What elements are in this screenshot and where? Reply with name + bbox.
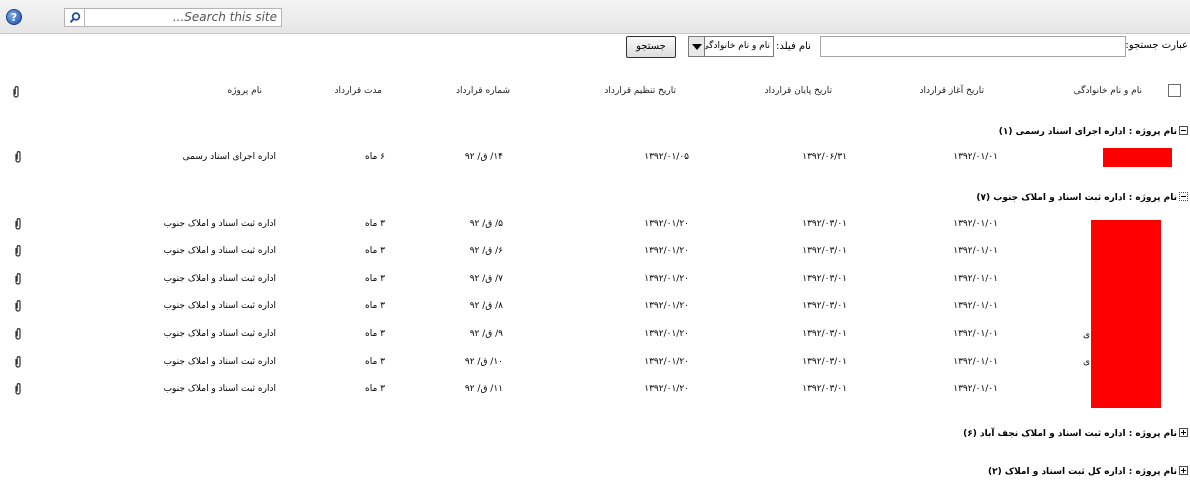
cell-project[interactable]: اداره ثبت اسناد و املاک جنوب	[164, 329, 276, 339]
expand-icon[interactable]	[1179, 466, 1188, 475]
cell-start: ۱۳۹۲/۰۱/۰۱	[953, 357, 998, 367]
search-button[interactable]: جستجو	[626, 36, 676, 58]
column-header-duration[interactable]: مدت قرارداد	[334, 86, 382, 96]
cell-project[interactable]: اداره اجرای اسناد رسمی	[183, 152, 276, 162]
attachment-icon[interactable]	[13, 245, 23, 257]
cell-number: ۹/ ق/ ۹۲	[469, 329, 503, 339]
attachment-icon[interactable]	[13, 356, 23, 368]
collapse-icon[interactable]	[1179, 126, 1188, 135]
group-header[interactable]: نام پروژه : اداره کل ثبت اسناد و املاک (…	[988, 466, 1188, 477]
cell-project[interactable]: اداره ثبت اسناد و املاک جنوب	[164, 384, 276, 394]
cell-start: ۱۳۹۲/۰۱/۰۱	[953, 329, 998, 339]
cell-duration: ۶ ماه	[365, 152, 385, 162]
cell-start: ۱۳۹۲/۰۱/۰۱	[953, 219, 998, 229]
column-header-name[interactable]: نام و نام خانوادگی	[1074, 86, 1142, 96]
chevron-down-icon[interactable]	[689, 37, 705, 56]
search-go-button[interactable]	[64, 8, 84, 27]
redacted-block	[1091, 220, 1161, 408]
redacted-block	[1103, 148, 1172, 167]
cell-number: ۱۴/ ق/ ۹۲	[464, 152, 503, 162]
cell-duration: ۳ ماه	[365, 246, 385, 256]
cell-number: ۷/ ق/ ۹۲	[469, 274, 503, 284]
text-fragment: ی	[1083, 357, 1091, 367]
group-count: (۱)	[998, 127, 1013, 137]
cell-draft: ۱۳۹۲/۰۱/۲۰	[644, 219, 689, 229]
attachment-icon	[13, 86, 19, 98]
column-header-contract-number[interactable]: شماره قرارداد	[456, 86, 510, 96]
cell-start: ۱۳۹۲/۰۱/۰۱	[953, 274, 998, 284]
cell-project[interactable]: اداره ثبت اسناد و املاک جنوب	[164, 274, 276, 284]
group-label: نام پروژه : اداره اجرای اسناد رسمی	[1015, 127, 1177, 137]
group-header[interactable]: نام پروژه : اداره اجرای اسناد رسمی (۱)	[999, 126, 1188, 137]
column-header-end-date[interactable]: تاریخ پایان قرارداد	[765, 86, 832, 96]
attachment-icon[interactable]	[13, 273, 23, 285]
top-bar: ? ...Search this site	[0, 0, 1190, 34]
group-label: نام پروژه : اداره کل ثبت اسناد و املاک	[1004, 467, 1177, 477]
expand-icon[interactable]	[1179, 428, 1188, 437]
cell-end: ۱۳۹۲/۰۳/۰۱	[802, 301, 847, 311]
cell-draft: ۱۳۹۲/۰۱/۲۰	[644, 246, 689, 256]
cell-draft: ۱۳۹۲/۰۱/۲۰	[644, 329, 689, 339]
cell-start: ۱۳۹۲/۰۱/۰۱	[953, 152, 998, 162]
cell-draft: ۱۳۹۲/۰۱/۰۵	[644, 152, 689, 162]
cell-end: ۱۳۹۲/۰۳/۰۱	[802, 246, 847, 256]
group-header[interactable]: نام پروژه : اداره ثبت اسناد و املاک جنوب…	[976, 192, 1188, 203]
field-name-select[interactable]: نام و نام خانوادگی	[688, 36, 774, 57]
cell-end: ۱۳۹۲/۰۳/۰۱	[802, 384, 847, 394]
attachment-icon[interactable]	[13, 328, 23, 340]
cell-project[interactable]: اداره ثبت اسناد و املاک جنوب	[164, 246, 276, 256]
search-term-input[interactable]	[820, 36, 1126, 57]
cell-end: ۱۳۹۲/۰۳/۰۱	[802, 219, 847, 229]
cell-start: ۱۳۹۲/۰۱/۰۱	[953, 246, 998, 256]
cell-duration: ۳ ماه	[365, 329, 385, 339]
attachment-icon[interactable]	[13, 300, 23, 312]
group-label: نام پروژه : اداره ثبت اسناد و املاک نجف …	[979, 429, 1177, 439]
cell-number: ۵/ ق/ ۹۲	[469, 219, 503, 229]
cell-end: ۱۳۹۲/۰۶/۳۱	[802, 152, 847, 162]
cell-project[interactable]: اداره ثبت اسناد و املاک جنوب	[164, 301, 276, 311]
group-count: (۶)	[963, 429, 977, 439]
cell-start: ۱۳۹۲/۰۱/۰۱	[953, 301, 998, 311]
cell-duration: ۳ ماه	[365, 219, 385, 229]
field-selected-value: نام و نام خانوادگی	[701, 41, 770, 51]
attachment-icon[interactable]	[13, 218, 23, 230]
field-name-label: نام فیلد:	[776, 41, 811, 52]
search-term-label: عبارت جستجو:	[1125, 40, 1188, 51]
cell-number: ۶/ ق/ ۹۲	[469, 246, 503, 256]
cell-draft: ۱۳۹۲/۰۱/۲۰	[644, 274, 689, 284]
group-label: نام پروژه : اداره ثبت اسناد و املاک جنوب	[993, 193, 1177, 203]
attachment-icon[interactable]	[13, 151, 23, 163]
select-all-checkbox[interactable]	[1168, 84, 1181, 97]
cell-duration: ۳ ماه	[365, 301, 385, 311]
column-header-draft-date[interactable]: تاریخ تنظیم قرارداد	[604, 86, 676, 96]
cell-start: ۱۳۹۲/۰۱/۰۱	[953, 384, 998, 394]
cell-duration: ۳ ماه	[365, 357, 385, 367]
cell-draft: ۱۳۹۲/۰۱/۲۰	[644, 301, 689, 311]
site-search-input[interactable]: ...Search this site	[84, 8, 282, 27]
cell-number: ۸/ ق/ ۹۲	[469, 301, 503, 311]
cell-draft: ۱۳۹۲/۰۱/۲۰	[644, 384, 689, 394]
cell-end: ۱۳۹۲/۰۳/۰۱	[802, 357, 847, 367]
collapse-icon[interactable]	[1179, 192, 1188, 201]
cell-duration: ۳ ماه	[365, 274, 385, 284]
text-fragment: ی	[1083, 330, 1091, 340]
cell-project[interactable]: اداره ثبت اسناد و املاک جنوب	[164, 219, 276, 229]
group-count: (۷)	[976, 193, 991, 203]
help-icon[interactable]: ?	[6, 9, 22, 25]
column-header-start-date[interactable]: تاریخ آغاز قرارداد	[919, 86, 984, 96]
cell-number: ۱۱/ ق/ ۹۲	[464, 384, 503, 394]
cell-end: ۱۳۹۲/۰۳/۰۱	[802, 274, 847, 284]
cell-number: ۱۰/ ق/ ۹۲	[464, 357, 503, 367]
magnifier-icon	[69, 12, 81, 23]
cell-duration: ۳ ماه	[365, 384, 385, 394]
group-header[interactable]: نام پروژه : اداره ثبت اسناد و املاک نجف …	[963, 428, 1188, 439]
cell-project[interactable]: اداره ثبت اسناد و املاک جنوب	[164, 357, 276, 367]
group-count: (۲)	[987, 467, 1002, 477]
attachment-icon[interactable]	[13, 383, 23, 395]
column-header-project[interactable]: نام پروژه	[227, 86, 262, 96]
cell-draft: ۱۳۹۲/۰۱/۲۰	[644, 357, 689, 367]
cell-end: ۱۳۹۲/۰۳/۰۱	[802, 329, 847, 339]
